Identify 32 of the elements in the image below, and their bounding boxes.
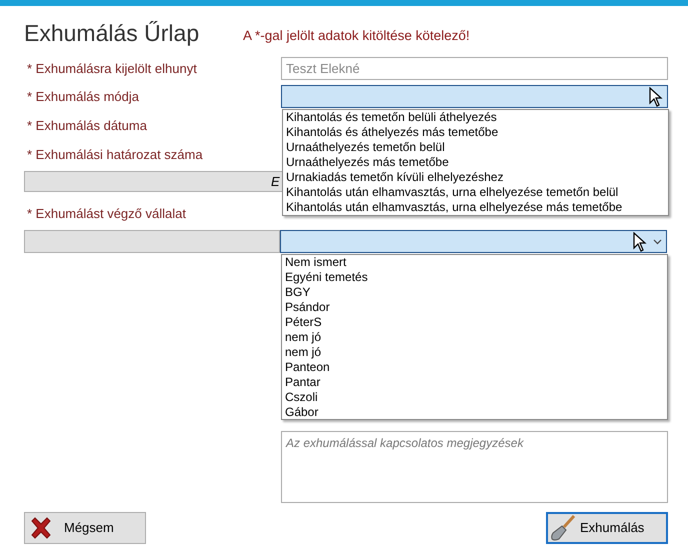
dropdown-option[interactable]: Pantar: [282, 375, 667, 390]
dropdown-option[interactable]: BGY: [282, 285, 667, 300]
field-label: * Exhumálás dátuma: [26, 117, 147, 136]
dropdown-option[interactable]: Urnaáthelyezés más temetőbe: [283, 155, 668, 170]
dropdown-option[interactable]: Psándor: [282, 300, 667, 315]
field-label: * Exhumálási határozat száma: [26, 146, 203, 164]
notes-field[interactable]: Az exhumálással kapcsolatos megjegyzések: [281, 431, 668, 503]
dropdown-option[interactable]: PéterS: [282, 315, 667, 330]
required-note: A *-gal jelölt adatok kitöltése kötelező!: [243, 26, 470, 45]
dropdown-option[interactable]: nem jó: [282, 345, 667, 360]
dropdown-option[interactable]: Kihantolás után elhamvasztás, urna elhelyezése más temetőbe: [283, 200, 668, 215]
exhume-button[interactable]: Exhumálás: [546, 512, 668, 544]
dropdown-option[interactable]: Cszoli: [282, 390, 667, 405]
cancel-button[interactable]: Mégsem: [24, 512, 146, 544]
dropdown-option[interactable]: Kihantolás és áthelyezés más temetőbe: [283, 125, 668, 140]
dropdown-option[interactable]: Urnakiadás temetőn kívüli elhelyezéshez: [283, 170, 668, 185]
dropdown-option[interactable]: Nem ismert: [282, 255, 667, 270]
field-label: * Exhumálásra kijelölt elhunyt: [26, 60, 198, 78]
shovel-icon: [550, 514, 576, 542]
chevron-down-icon: [653, 238, 662, 244]
cursor-icon: [633, 232, 647, 252]
cursor-icon: [649, 86, 663, 106]
dropdown-option[interactable]: Kihantolás után elhamvasztás, urna elhelyezése temetőn belül: [283, 185, 668, 200]
dropdown-option[interactable]: Egyéni temetés: [282, 270, 667, 285]
field-label: * Exhumálást végző vállalat: [26, 205, 186, 224]
dropdown-option[interactable]: Kihantolás és temetőn belüli áthelyezés: [283, 110, 668, 125]
dropdown-option[interactable]: nem jó: [282, 330, 667, 345]
dropdown-option[interactable]: Gábor: [282, 405, 667, 419]
field-label: * Exhumálás módja: [26, 88, 140, 106]
dropdown-option[interactable]: Urnaáthelyezés temetőn belül: [283, 140, 668, 155]
dropdown-option[interactable]: Panteon: [282, 360, 667, 375]
form-title: Exhumálás Űrlap: [24, 18, 200, 48]
